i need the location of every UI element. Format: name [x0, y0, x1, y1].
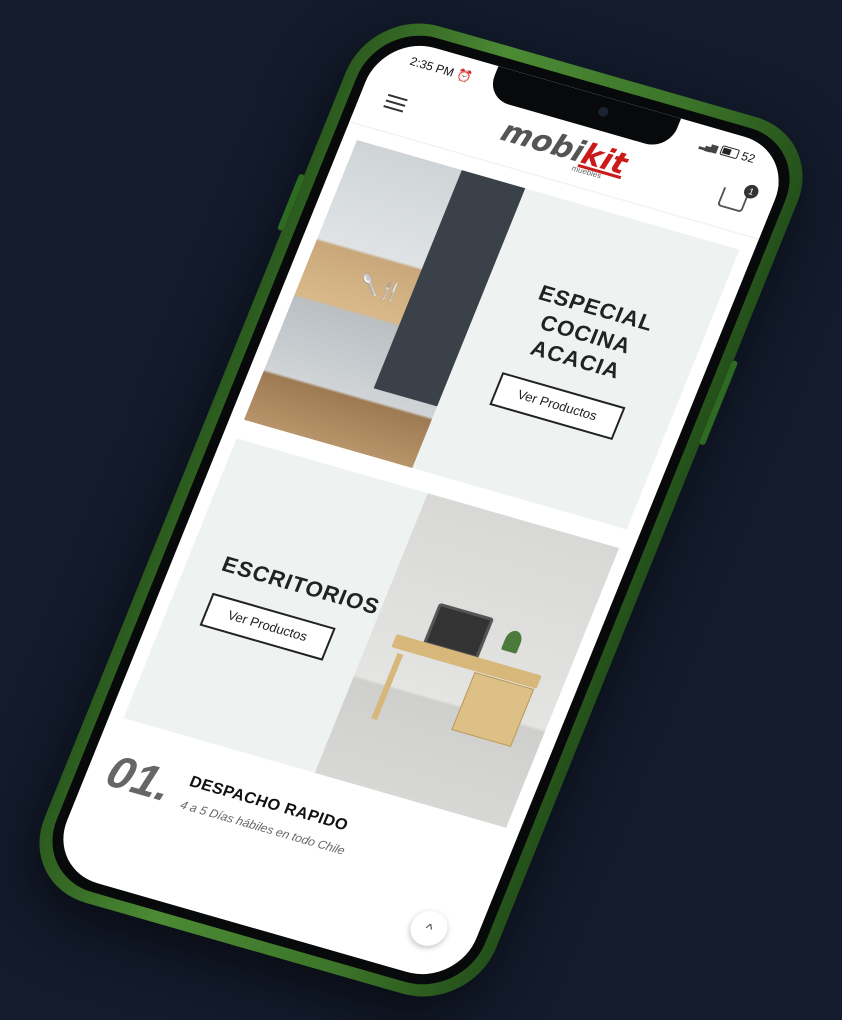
- alarm-icon: ⏰: [454, 67, 475, 85]
- chevron-up-icon: ^: [422, 920, 436, 937]
- camera-icon: [596, 105, 611, 118]
- signal-icon: ▂▄▆: [698, 138, 719, 153]
- battery-level: 52: [739, 149, 758, 166]
- cart-badge: 1: [741, 183, 761, 201]
- phone-bezel: 2:35 PM ⏰ ▂▄▆ 52 mobikit muebles 1 🥄🍴 ES…: [34, 21, 808, 999]
- status-time: 2:35 PM: [407, 54, 457, 80]
- plant-icon: [501, 629, 525, 654]
- feature-number: 01.: [99, 744, 181, 811]
- scroll-to-top-button[interactable]: ^: [404, 906, 454, 951]
- battery-icon: [718, 144, 740, 160]
- banner-title: ESPECIAL COCINA ACACIA: [526, 280, 658, 384]
- phone-frame: 2:35 PM ⏰ ▂▄▆ 52 mobikit muebles 1 🥄🍴 ES…: [18, 7, 824, 1013]
- utensils-icon: 🥄🍴: [355, 272, 403, 303]
- cart-icon[interactable]: 1: [716, 183, 761, 213]
- hamburger-menu-icon[interactable]: [383, 93, 408, 113]
- phone-screen: 2:35 PM ⏰ ▂▄▆ 52 mobikit muebles 1 🥄🍴 ES…: [47, 33, 795, 987]
